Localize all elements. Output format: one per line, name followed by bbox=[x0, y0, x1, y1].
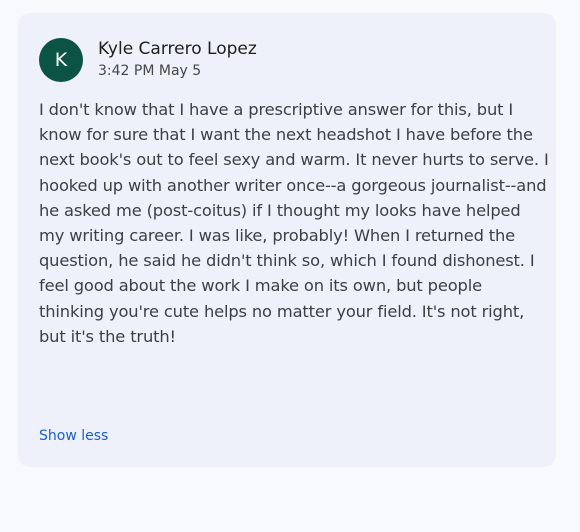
comment-timestamp: 3:42 PM May 5 bbox=[98, 63, 202, 79]
avatar[interactable]: K bbox=[39, 38, 83, 82]
show-less-link[interactable]: Show less bbox=[39, 428, 108, 444]
author-name: Kyle Carrero Lopez bbox=[98, 39, 257, 59]
comment-text: I don't know that I have a prescriptive … bbox=[39, 100, 549, 346]
comment-card: K Kyle Carrero Lopez 3:42 PM May 5 I don… bbox=[18, 13, 556, 467]
